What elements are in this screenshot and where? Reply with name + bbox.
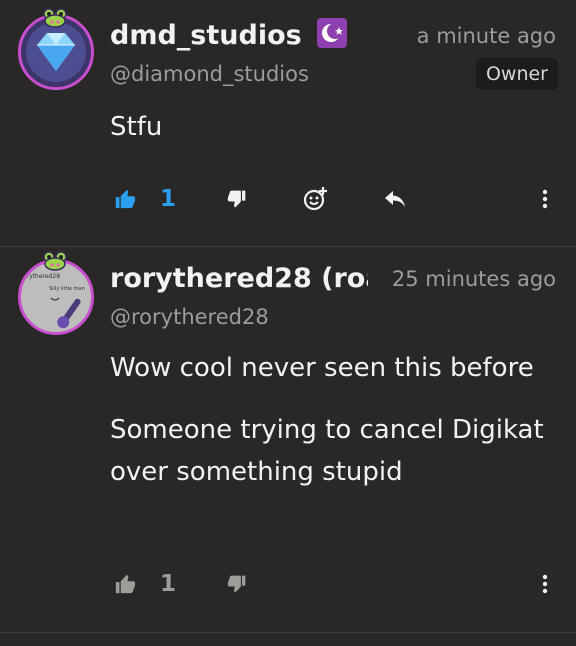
more-options-button[interactable] (530, 184, 560, 214)
thumbs-down-icon (227, 190, 246, 208)
frog-decoration-icon (43, 8, 67, 28)
comment-item: dmd_studios a minute ago @diamond_studio… (0, 0, 576, 246)
comment-actions: 1 (0, 569, 576, 599)
more-vertical-icon (542, 574, 548, 594)
comment-paragraph: Wow cool never seen this before (110, 353, 534, 383)
comment-body: Wow cool never seen this before Someone … (110, 347, 550, 493)
comment-item: orythered28 Silly little man rorythered2… (0, 247, 576, 637)
username[interactable]: rorythered28 (roa (110, 263, 368, 294)
like-count: 1 (159, 186, 176, 212)
owner-badge: Owner (475, 58, 558, 90)
dislike-button[interactable] (222, 184, 252, 214)
comment-paragraph: Stfu (110, 112, 163, 142)
frog-decoration-icon (43, 251, 67, 271)
timestamp: a minute ago (416, 24, 556, 48)
reply-icon (385, 191, 405, 207)
like-count: 1 (159, 571, 176, 597)
comment-paragraph: Someone trying to cancel Digikat over so… (110, 415, 544, 487)
svg-text:Silly little man: Silly little man (49, 286, 85, 292)
add-reaction-button[interactable] (300, 184, 330, 214)
comment-actions: 1 (0, 184, 576, 214)
thumbs-up-icon (115, 189, 136, 209)
user-handle[interactable]: @rorythered28 (110, 305, 269, 329)
moon-star-badge-icon (317, 18, 348, 48)
reply-button[interactable] (380, 184, 410, 214)
svg-text:orythered28: orythered28 (23, 273, 60, 280)
guitar-avatar-image: orythered28 Silly little man (21, 262, 91, 332)
add-reaction-icon (303, 187, 327, 211)
comment-divider (0, 632, 576, 633)
user-handle[interactable]: @diamond_studios (110, 62, 309, 86)
thumbs-up-icon (115, 574, 136, 594)
more-options-button[interactable] (530, 569, 560, 599)
timestamp: 25 minutes ago (391, 267, 556, 291)
thumbs-down-icon (227, 575, 246, 593)
more-vertical-icon (542, 189, 548, 209)
like-button[interactable] (110, 569, 140, 599)
comment-body: Stfu (110, 106, 162, 148)
dislike-button[interactable] (222, 569, 252, 599)
username[interactable]: dmd_studios (110, 18, 348, 51)
like-button[interactable] (110, 184, 140, 214)
